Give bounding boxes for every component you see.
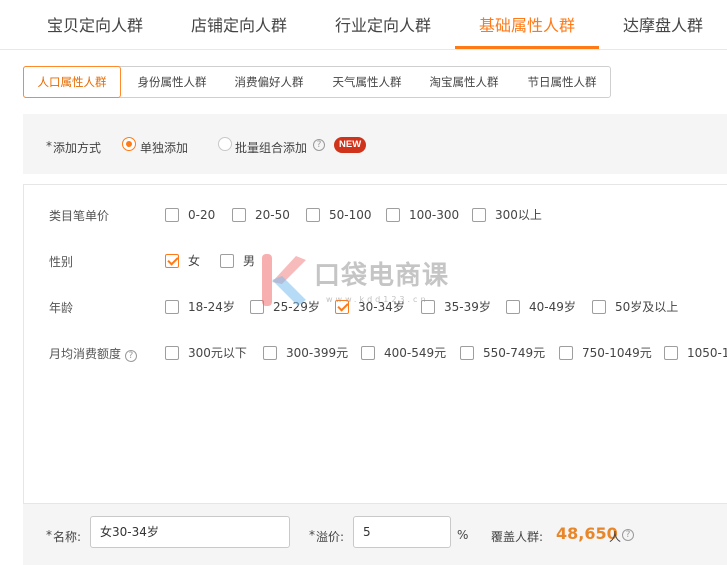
- checkbox[interactable]: [165, 300, 179, 314]
- single-add-label[interactable]: 单独添加: [140, 139, 188, 156]
- checkbox[interactable]: [165, 346, 179, 360]
- checkbox[interactable]: [220, 254, 234, 268]
- checkbox-checked[interactable]: [165, 254, 179, 268]
- option-label: 1050-17: [687, 346, 727, 360]
- option-label: 男: [243, 254, 256, 268]
- checkbox[interactable]: [592, 300, 606, 314]
- option-label: 50岁及以上: [615, 300, 679, 314]
- option-label: 20-50: [255, 208, 290, 222]
- option-label: 40-49岁: [529, 300, 576, 314]
- tab-damopan[interactable]: 达摩盘人群: [623, 12, 703, 36]
- top-tab-bar: 宝贝定向人群 店铺定向人群 行业定向人群 基础属性人群 达摩盘人群: [0, 0, 727, 50]
- premium-input[interactable]: 5: [353, 516, 451, 548]
- radio-single-add[interactable]: [122, 137, 136, 151]
- required-mark: *: [46, 139, 52, 153]
- checkbox[interactable]: [232, 208, 246, 222]
- checkbox[interactable]: [361, 346, 375, 360]
- checkbox[interactable]: [165, 208, 179, 222]
- subtab-demographic[interactable]: 人口属性人群: [23, 66, 121, 98]
- watermark: 口袋电商课 www.kdd123.cn: [260, 252, 480, 312]
- help-icon[interactable]: ?: [313, 139, 325, 151]
- option-label: 300-399元: [286, 346, 349, 360]
- checkbox[interactable]: [306, 208, 320, 222]
- add-mode-panel: * 添加方式 单独添加 批量组合添加 ? NEW: [23, 114, 727, 174]
- checkbox[interactable]: [664, 346, 678, 360]
- tab-store-targeting[interactable]: 店铺定向人群: [191, 12, 287, 36]
- checkbox[interactable]: [506, 300, 520, 314]
- monthly-spend-label: 月均消费额度: [49, 347, 122, 361]
- new-badge: NEW: [334, 137, 367, 153]
- bottom-bar: * 名称: 女30-34岁 * 溢价: 5 % 覆盖人群: 48,650 人 ?: [23, 504, 727, 565]
- option-label: 400-549元: [384, 346, 447, 360]
- attribute-panel: 类目笔单价 0-20 20-50 50-100 100-300 300以上 性别…: [23, 184, 727, 504]
- add-mode-label: 添加方式: [53, 141, 102, 155]
- checkbox[interactable]: [263, 346, 277, 360]
- tab-item-targeting[interactable]: 宝贝定向人群: [47, 12, 143, 36]
- name-input[interactable]: 女30-34岁: [90, 516, 290, 548]
- row-label-monthly-spend: 月均消费额度 ?: [49, 345, 137, 362]
- subtab-consumption-preference[interactable]: 消费偏好人群: [220, 67, 318, 97]
- option-label: 300以上: [495, 208, 542, 222]
- percent-sign: %: [457, 528, 469, 542]
- option-label: 女: [188, 254, 201, 268]
- batch-add-label[interactable]: 批量组合添加: [235, 139, 307, 156]
- subtab-taobao[interactable]: 淘宝属性人群: [415, 67, 513, 97]
- option-label: 550-749元: [483, 346, 546, 360]
- subtab-identity[interactable]: 身份属性人群: [124, 67, 220, 97]
- required-mark: *: [309, 528, 315, 542]
- tab-basic-attributes[interactable]: 基础属性人群: [479, 12, 575, 36]
- option-label: 750-1049元: [582, 346, 652, 360]
- required-mark: *: [46, 528, 52, 542]
- option-label: 300元以下: [188, 346, 247, 360]
- option-label: 50-100: [329, 208, 372, 222]
- coverage-unit: 人: [609, 530, 622, 544]
- radio-batch-add[interactable]: [218, 137, 232, 151]
- active-tab-indicator: [455, 46, 599, 49]
- help-icon[interactable]: ?: [622, 529, 634, 541]
- premium-label: 溢价:: [316, 530, 345, 544]
- watermark-logo-icon: [262, 254, 306, 306]
- row-label-price: 类目笔单价: [49, 209, 110, 223]
- checkbox[interactable]: [386, 208, 400, 222]
- watermark-url: www.kdd123.cn: [326, 295, 429, 304]
- option-label: 18-24岁: [188, 300, 235, 314]
- name-label: 名称:: [53, 530, 82, 544]
- coverage-label: 覆盖人群:: [491, 530, 544, 544]
- checkbox[interactable]: [460, 346, 474, 360]
- checkbox[interactable]: [559, 346, 573, 360]
- subtab-weather[interactable]: 天气属性人群: [318, 67, 416, 97]
- subtab-holiday[interactable]: 节日属性人群: [513, 67, 611, 97]
- help-icon[interactable]: ?: [124, 350, 137, 362]
- option-label: 100-300: [409, 208, 460, 222]
- sub-tab-bar: 人口属性人群 身份属性人群 消费偏好人群 天气属性人群 淘宝属性人群 节日属性人…: [23, 66, 611, 98]
- watermark-text: 口袋电商课: [314, 261, 450, 291]
- checkbox[interactable]: [472, 208, 486, 222]
- tab-industry-targeting[interactable]: 行业定向人群: [335, 12, 431, 36]
- row-label-age: 年龄: [49, 301, 74, 315]
- option-label: 0-20: [188, 208, 216, 222]
- row-label-gender: 性别: [49, 255, 74, 269]
